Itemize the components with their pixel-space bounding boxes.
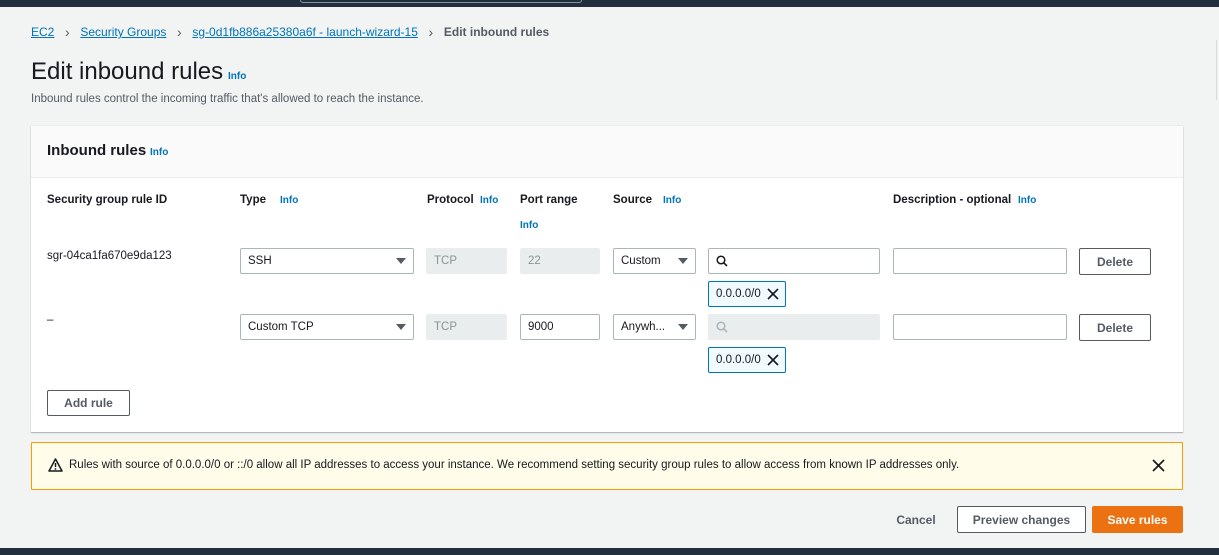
page-title: Edit inbound rules xyxy=(31,58,224,85)
source-select-value: Custom xyxy=(621,255,661,267)
search-icon xyxy=(716,321,728,333)
warning-message: Rules with source of 0.0.0.0/0 or ::/0 a… xyxy=(69,459,960,471)
source-select[interactable]: Anywh... xyxy=(613,314,696,340)
warning-icon xyxy=(48,458,63,475)
breadcrumb-security-group[interactable]: sg-0d1fb886a25380a6f - launch-wizard-15 xyxy=(192,25,418,39)
top-navigation-bar xyxy=(0,0,1219,7)
column-port-range: Port range xyxy=(520,194,578,206)
right-divider xyxy=(1216,40,1217,100)
caret-down-icon xyxy=(678,324,688,330)
source-token-value: 0.0.0.0/0 xyxy=(716,288,761,300)
source-token-value: 0.0.0.0/0 xyxy=(716,354,761,366)
source-token: 0.0.0.0/0 xyxy=(708,347,786,373)
source-token: 0.0.0.0/0 xyxy=(708,281,786,307)
rule-id-cell: – xyxy=(47,314,54,326)
description-info-link[interactable]: Info xyxy=(1018,195,1036,206)
breadcrumb-ec2[interactable]: EC2 xyxy=(31,25,54,39)
close-icon[interactable] xyxy=(1152,459,1165,475)
type-select[interactable]: SSH xyxy=(240,248,414,274)
delete-button[interactable]: Delete xyxy=(1079,248,1151,275)
cancel-button[interactable]: Cancel xyxy=(884,506,948,533)
save-rules-button[interactable]: Save rules xyxy=(1092,506,1183,533)
bottom-bar xyxy=(0,548,1219,555)
panel-info-link[interactable]: Info xyxy=(150,147,168,158)
type-select-value: SSH xyxy=(248,255,272,267)
caret-down-icon xyxy=(396,324,406,330)
warning-alert: Rules with source of 0.0.0.0/0 or ::/0 a… xyxy=(31,442,1183,490)
protocol-field: TCP xyxy=(426,314,507,340)
rule-id-cell: sgr-04ca1fa670e9da123 xyxy=(47,250,172,262)
column-rule-id: Security group rule ID xyxy=(47,194,168,206)
source-search-input[interactable] xyxy=(708,248,880,274)
port-range-input[interactable]: 9000 xyxy=(520,314,600,340)
port-range-info-link[interactable]: Info xyxy=(520,220,538,231)
panel-title: Inbound rules xyxy=(47,142,147,159)
panel-header: Inbound rules Info xyxy=(31,126,1183,178)
breadcrumb-security-groups[interactable]: Security Groups xyxy=(80,25,166,39)
search-icon xyxy=(716,255,728,267)
protocol-field: TCP xyxy=(426,248,507,274)
page-description: Inbound rules control the incoming traff… xyxy=(31,93,424,105)
source-select[interactable]: Custom xyxy=(613,248,696,274)
port-range-field: 22 xyxy=(520,248,600,274)
source-info-link[interactable]: Info xyxy=(663,195,681,206)
breadcrumb-current: Edit inbound rules xyxy=(443,25,550,39)
caret-down-icon xyxy=(678,258,688,264)
protocol-info-link[interactable]: Info xyxy=(480,195,498,206)
preview-changes-button[interactable]: Preview changes xyxy=(957,506,1086,533)
type-info-link[interactable]: Info xyxy=(280,195,298,206)
close-icon[interactable] xyxy=(767,288,779,300)
inbound-rules-panel: Inbound rules Info Security group rule I… xyxy=(31,126,1183,432)
chevron-right-icon: › xyxy=(65,24,70,40)
global-search-bar[interactable] xyxy=(300,0,582,3)
delete-button[interactable]: Delete xyxy=(1079,314,1151,341)
column-description: Description - optional xyxy=(893,194,1012,206)
chevron-right-icon: › xyxy=(428,24,434,40)
source-search-input xyxy=(708,314,880,340)
page-info-link[interactable]: Info xyxy=(228,71,246,82)
column-source: Source xyxy=(613,194,652,206)
type-select[interactable]: Custom TCP xyxy=(240,314,414,340)
close-icon[interactable] xyxy=(767,354,779,366)
description-input[interactable] xyxy=(893,248,1067,274)
column-type: Type xyxy=(240,194,266,206)
column-protocol: Protocol xyxy=(427,194,474,206)
caret-down-icon xyxy=(396,258,406,264)
breadcrumb: EC2 › Security Groups › sg-0d1fb886a2538… xyxy=(31,24,549,40)
chevron-right-icon: › xyxy=(177,24,182,40)
source-select-value: Anywh... xyxy=(621,321,666,333)
add-rule-button[interactable]: Add rule xyxy=(47,390,130,416)
description-input[interactable] xyxy=(893,314,1067,340)
type-select-value: Custom TCP xyxy=(248,321,314,333)
